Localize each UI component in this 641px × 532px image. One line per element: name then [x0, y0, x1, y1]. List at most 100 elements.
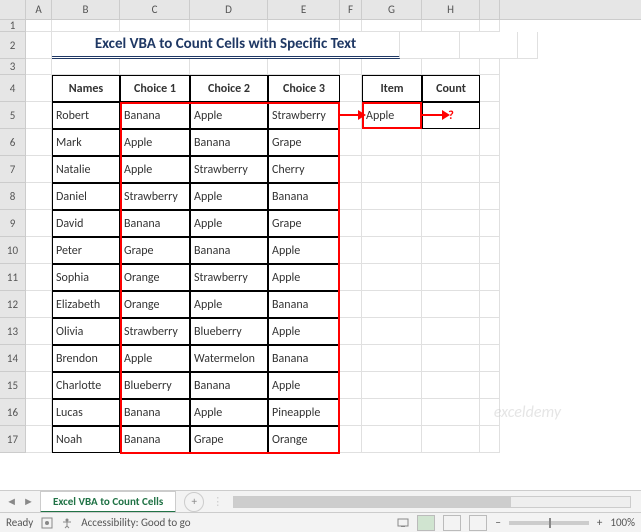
cell[interactable] [480, 156, 500, 183]
cell[interactable] [26, 399, 52, 426]
zoom-slider[interactable] [509, 521, 589, 525]
cell-name[interactable]: Charlotte [52, 372, 120, 399]
cell[interactable] [422, 291, 480, 318]
cell[interactable] [362, 426, 422, 453]
cell[interactable] [52, 59, 120, 75]
cell-choice2[interactable]: Apple [190, 183, 268, 210]
cell[interactable] [422, 399, 480, 426]
cell-name[interactable]: Daniel [52, 183, 120, 210]
col-header-E[interactable]: E [268, 0, 340, 19]
row-header-1[interactable]: 1 [0, 20, 26, 32]
row-header-6[interactable]: 6 [0, 129, 26, 156]
row-header-9[interactable]: 9 [0, 210, 26, 237]
cell[interactable] [422, 264, 480, 291]
cell[interactable] [422, 372, 480, 399]
cell-choice1[interactable]: Apple [120, 156, 190, 183]
cell[interactable] [26, 32, 52, 59]
cell[interactable] [362, 291, 422, 318]
header-item[interactable]: Item [362, 75, 422, 102]
header-names[interactable]: Names [52, 75, 120, 102]
row-header-2[interactable]: 2 [0, 32, 26, 59]
cell-choice2[interactable]: Banana [190, 129, 268, 156]
cell[interactable] [340, 210, 362, 237]
cell[interactable] [480, 20, 500, 32]
cell-choice1[interactable]: Strawberry [120, 318, 190, 345]
cell[interactable] [422, 183, 480, 210]
cell-name[interactable]: Olivia [52, 318, 120, 345]
cell[interactable] [26, 345, 52, 372]
cell[interactable] [362, 156, 422, 183]
cell[interactable] [340, 264, 362, 291]
cell[interactable] [480, 129, 500, 156]
cell[interactable] [480, 75, 500, 102]
row-header-15[interactable]: 15 [0, 372, 26, 399]
cell-name[interactable]: Robert [52, 102, 120, 129]
cell-name[interactable]: Natalie [52, 156, 120, 183]
col-header-B[interactable]: B [52, 0, 120, 19]
cell[interactable] [190, 20, 268, 32]
row-header-12[interactable]: 12 [0, 291, 26, 318]
cell-choice1[interactable]: Banana [120, 210, 190, 237]
col-header-C[interactable]: C [120, 0, 190, 19]
cell[interactable] [362, 20, 422, 32]
cell[interactable] [340, 318, 362, 345]
cell[interactable] [52, 20, 120, 32]
cell-name[interactable]: Sophia [52, 264, 120, 291]
cell[interactable] [340, 399, 362, 426]
cell[interactable] [26, 156, 52, 183]
cell[interactable] [422, 129, 480, 156]
cell-choice1[interactable]: Apple [120, 345, 190, 372]
row-header-4[interactable]: 4 [0, 75, 26, 102]
cell-choice2[interactable]: Grape [190, 426, 268, 453]
cell[interactable] [26, 129, 52, 156]
cell-choice3[interactable]: Apple [268, 237, 340, 264]
cell-name[interactable]: Mark [52, 129, 120, 156]
cell-choice2[interactable]: Blueberry [190, 318, 268, 345]
cell[interactable] [480, 372, 500, 399]
cell[interactable] [362, 183, 422, 210]
cell-choice3[interactable]: Banana [268, 291, 340, 318]
cell-choice2[interactable]: Apple [190, 291, 268, 318]
row-header-8[interactable]: 8 [0, 183, 26, 210]
add-sheet-button[interactable]: + [184, 492, 204, 512]
macro-record-icon[interactable] [41, 516, 53, 529]
cell[interactable] [400, 32, 460, 59]
cell-choice2[interactable]: Apple [190, 102, 268, 129]
cell[interactable] [422, 210, 480, 237]
col-header-D[interactable]: D [190, 0, 268, 19]
cell[interactable] [422, 59, 480, 75]
cell-choice2[interactable]: Banana [190, 237, 268, 264]
cell[interactable] [26, 318, 52, 345]
cell-choice1[interactable]: Orange [120, 291, 190, 318]
cell[interactable] [362, 129, 422, 156]
cell[interactable] [340, 20, 362, 32]
cell-choice1[interactable]: Apple [120, 129, 190, 156]
page-break-view-button[interactable] [469, 515, 487, 531]
row-header-14[interactable]: 14 [0, 345, 26, 372]
cell-name[interactable]: Elizabeth [52, 291, 120, 318]
col-header-G[interactable]: G [362, 0, 422, 19]
row-header-11[interactable]: 11 [0, 264, 26, 291]
row-header-10[interactable]: 10 [0, 237, 26, 264]
cell-choice2[interactable]: Banana [190, 372, 268, 399]
cell[interactable] [26, 75, 52, 102]
cell[interactable] [480, 291, 500, 318]
cell-name[interactable]: Peter [52, 237, 120, 264]
cell[interactable] [340, 156, 362, 183]
cell[interactable] [480, 318, 500, 345]
cell-choice3[interactable]: Pineapple [268, 399, 340, 426]
cell-name[interactable]: Noah [52, 426, 120, 453]
cell[interactable] [340, 237, 362, 264]
cell[interactable] [362, 59, 422, 75]
cell[interactable] [120, 20, 190, 32]
cell-choice3[interactable]: Banana [268, 345, 340, 372]
cell-name[interactable]: David [52, 210, 120, 237]
cell-item-value[interactable]: Apple [362, 102, 422, 129]
cell-choice1[interactable]: Banana [120, 102, 190, 129]
normal-view-button[interactable] [417, 515, 435, 531]
cell[interactable] [422, 237, 480, 264]
cell-choice2[interactable]: Apple [190, 399, 268, 426]
cell-name[interactable]: Lucas [52, 399, 120, 426]
cell[interactable] [26, 291, 52, 318]
cell[interactable] [340, 102, 362, 129]
